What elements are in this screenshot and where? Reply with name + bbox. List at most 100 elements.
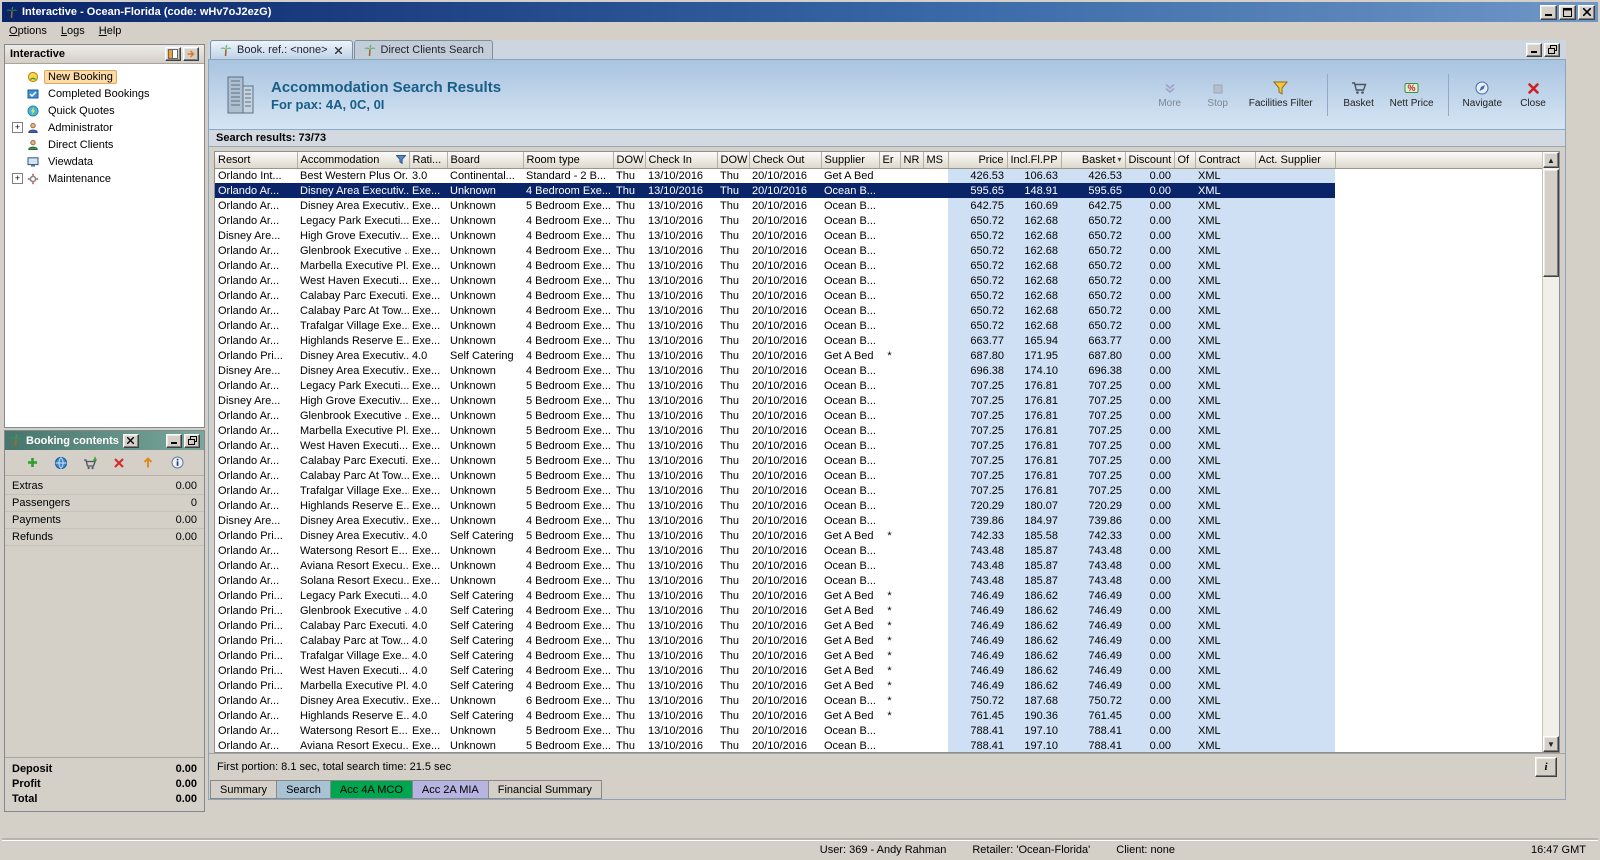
- table-row[interactable]: Orlando Ar... Highlands Reserve E... Exe..…: [215, 333, 1542, 348]
- basket-button[interactable]: Basket: [1337, 79, 1381, 111]
- close-button[interactable]: [1578, 4, 1595, 20]
- table-row[interactable]: Orlando Ar... Glenbrook Executive ... Exe.…: [215, 243, 1542, 258]
- bottom-tab-summary[interactable]: Summary: [210, 780, 278, 799]
- sidebar-item-quick-quotes[interactable]: Quick Quotes: [5, 102, 204, 119]
- column-header-contract[interactable]: Contract: [1195, 152, 1256, 169]
- add-button[interactable]: [22, 453, 42, 472]
- tab-book-ref-none[interactable]: Book. ref.: <none>: [210, 40, 353, 59]
- close-button[interactable]: Close: [1511, 80, 1555, 111]
- table-row[interactable]: Orlando Ar... Trafalgar Village Exe... Exe…: [215, 318, 1542, 333]
- booking-row-refunds[interactable]: Refunds 0.00: [5, 529, 204, 546]
- table-row[interactable]: Disney Are... Disney Area Executiv... Exe.…: [215, 513, 1542, 528]
- table-row[interactable]: Orlando Ar... Calabay Parc Executi... Exe.…: [215, 453, 1542, 468]
- column-header-incl-fl-pp[interactable]: Incl.Fl.PP: [1007, 152, 1062, 169]
- globe-button[interactable]: [51, 453, 71, 472]
- booking-row-payments[interactable]: Payments 0.00: [5, 512, 204, 529]
- column-header-check-out[interactable]: Check Out: [749, 152, 822, 169]
- table-row[interactable]: Orlando Ar... Legacy Park Executi... Exe..…: [215, 378, 1542, 393]
- scroll-down-button[interactable]: ▼: [1543, 736, 1559, 752]
- booking-contents-minimize-button[interactable]: [166, 433, 182, 448]
- column-header-nr[interactable]: NR: [900, 152, 924, 169]
- column-header-room-type[interactable]: Room type: [523, 152, 614, 169]
- table-row[interactable]: Orlando Pri... Calabay Parc Executi... 4.0…: [215, 618, 1542, 633]
- table-row[interactable]: Orlando Ar... Watersong Resort E... Exe...…: [215, 723, 1542, 738]
- column-header-of[interactable]: Of: [1174, 152, 1196, 169]
- table-row[interactable]: Orlando Ar... Highlands Reserve E... Exe..…: [215, 498, 1542, 513]
- column-header-price[interactable]: Price: [948, 152, 1008, 169]
- table-row[interactable]: Orlando Int... Best Western Plus Or... 3.0…: [215, 168, 1542, 183]
- table-row[interactable]: Orlando Ar... Disney Area Executiv... Exe.…: [215, 183, 1542, 198]
- table-row[interactable]: Orlando Pri... Calabay Parc at Tow... 4.0 S…: [215, 633, 1542, 648]
- table-row[interactable]: Orlando Ar... Calabay Parc At Tow... Exe..…: [215, 468, 1542, 483]
- booking-row-passengers[interactable]: Passengers 0: [5, 495, 204, 512]
- booking-row-extras[interactable]: Extras 0.00: [5, 478, 204, 495]
- basket-add-button[interactable]: [80, 453, 100, 472]
- table-row[interactable]: Orlando Ar... Watersong Resort E... Exe...…: [215, 543, 1542, 558]
- table-row[interactable]: Orlando Ar... Disney Area Executiv... Exe.…: [215, 693, 1542, 708]
- menu-logs[interactable]: Logs: [54, 24, 92, 38]
- nett-price-button[interactable]: % Nett Price: [1385, 79, 1439, 111]
- menu-help[interactable]: Help: [92, 24, 129, 38]
- expander-icon[interactable]: +: [12, 173, 23, 184]
- table-row[interactable]: Orlando Ar... Calabay Parc Executi... Exe.…: [215, 288, 1542, 303]
- bottom-tab-financial-summary[interactable]: Financial Summary: [488, 780, 602, 799]
- scrollbar-thumb[interactable]: [1543, 169, 1559, 277]
- info-button[interactable]: i: [1535, 757, 1557, 777]
- sidebar-item-viewdata[interactable]: Viewdata: [5, 153, 204, 170]
- bottom-tab-acc-2a-mia[interactable]: Acc 2A MIA: [412, 780, 489, 799]
- vertical-scrollbar[interactable]: ▲ ▼: [1542, 152, 1559, 752]
- booking-contents-close-button[interactable]: [122, 433, 139, 448]
- table-row[interactable]: Orlando Pri... Disney Area Executiv... 4.0…: [215, 528, 1542, 543]
- table-row[interactable]: Disney Are... Disney Area Executiv... Exe.…: [215, 363, 1542, 378]
- column-header-board[interactable]: Board: [447, 152, 524, 169]
- sidebar-item-completed-bookings[interactable]: Completed Bookings: [5, 85, 204, 102]
- table-row[interactable]: Orlando Ar... Glenbrook Executive ... Exe.…: [215, 408, 1542, 423]
- table-row[interactable]: Orlando Ar... Trafalgar Village Exe... Exe…: [215, 483, 1542, 498]
- table-row[interactable]: Disney Are... High Grove Executiv... Exe..…: [215, 393, 1542, 408]
- table-row[interactable]: Orlando Ar... Marbella Executive Pl... Exe…: [215, 258, 1542, 273]
- info-button[interactable]: [167, 453, 187, 472]
- tab-close-icon[interactable]: [333, 45, 344, 56]
- column-header-er[interactable]: Er: [879, 152, 901, 169]
- column-header-basket[interactable]: Basket ▾: [1061, 152, 1126, 169]
- booking-contents-restore-button[interactable]: [184, 433, 200, 448]
- table-row[interactable]: Disney Are... High Grove Executiv... Exe..…: [215, 228, 1542, 243]
- column-header-supplier[interactable]: Supplier: [821, 152, 880, 169]
- table-row[interactable]: Orlando Pri... Legacy Park Executi... 4.0 S…: [215, 588, 1542, 603]
- table-row[interactable]: Orlando Pri... West Haven Executi... 4.0 Se…: [215, 663, 1542, 678]
- facilities-filter-button[interactable]: Facilities Filter: [1244, 79, 1318, 111]
- column-header-ms[interactable]: MS: [923, 152, 949, 169]
- table-row[interactable]: Orlando Ar... Solana Resort Execu... Exe..…: [215, 573, 1542, 588]
- minimize-button[interactable]: [1540, 4, 1557, 20]
- undock-button[interactable]: [183, 47, 199, 61]
- table-row[interactable]: Orlando Ar... West Haven Executi... Exe...…: [215, 438, 1542, 453]
- column-header-check-in[interactable]: Check In: [645, 152, 718, 169]
- table-row[interactable]: Orlando Pri... Disney Area Executiv... 4.0…: [215, 348, 1542, 363]
- table-row[interactable]: Orlando Ar... Aviana Resort Execu... Exe..…: [215, 738, 1542, 752]
- column-header-dow[interactable]: DOW: [717, 152, 750, 169]
- table-row[interactable]: Orlando Ar... West Haven Executi... Exe...…: [215, 273, 1542, 288]
- sidebar-item-new-booking[interactable]: New Booking: [5, 68, 204, 85]
- maximize-button[interactable]: [1559, 4, 1576, 20]
- sidebar-item-administrator[interactable]: + Administrator: [5, 119, 204, 136]
- more-button[interactable]: More: [1148, 79, 1192, 111]
- column-header-dow[interactable]: DOW: [613, 152, 646, 169]
- delete-button[interactable]: [109, 453, 129, 472]
- table-row[interactable]: Orlando Pri... Trafalgar Village Exe... 4.…: [215, 648, 1542, 663]
- dock-layout-button[interactable]: [165, 47, 181, 61]
- sidebar-item-direct-clients[interactable]: Direct Clients: [5, 136, 204, 153]
- expander-icon[interactable]: +: [12, 122, 23, 133]
- column-header-act-supplier[interactable]: Act. Supplier: [1255, 152, 1336, 169]
- column-header-discount[interactable]: Discount: [1125, 152, 1175, 169]
- stop-button[interactable]: Stop: [1196, 81, 1240, 111]
- table-row[interactable]: Orlando Pri... Glenbrook Executive ... 4.0…: [215, 603, 1542, 618]
- scroll-up-button[interactable]: ▲: [1543, 152, 1559, 168]
- bottom-tab-search[interactable]: Search: [277, 780, 331, 799]
- column-header-rati[interactable]: Rati...: [409, 152, 448, 169]
- table-row[interactable]: Orlando Ar... Legacy Park Executi... Exe..…: [215, 213, 1542, 228]
- column-header-accommodation[interactable]: Accommodation: [297, 152, 410, 169]
- sidebar-item-maintenance[interactable]: + Maintenance: [5, 170, 204, 187]
- bottom-tab-acc-4a-mco[interactable]: Acc 4A MCO: [330, 780, 413, 799]
- menu-options[interactable]: Options: [2, 24, 54, 38]
- pane-restore-button[interactable]: [1544, 42, 1560, 57]
